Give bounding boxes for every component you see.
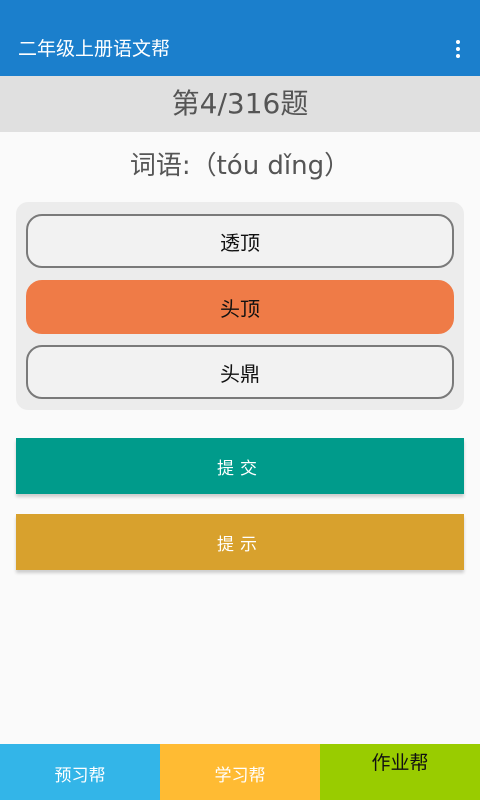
nav-item-label: 学习帮 — [214, 765, 266, 786]
question-progress: 第4/316题 — [171, 87, 309, 120]
more-vertical-icon[interactable] — [446, 36, 470, 62]
menu-dot — [456, 47, 460, 51]
nav-item-preview[interactable]: 预习帮 — [0, 744, 160, 800]
bottom-nav: 预习帮 学习帮 作业帮 — [0, 744, 480, 800]
options-panel: 透顶 头顶 头鼎 — [16, 202, 464, 410]
app-bar: 二年级上册语文帮 — [0, 0, 480, 76]
app-title: 二年级上册语文帮 — [18, 38, 171, 60]
nav-item-homework[interactable]: 作业帮 — [320, 744, 480, 800]
hint-button[interactable]: 提示 — [16, 514, 464, 570]
menu-dot — [456, 40, 460, 44]
submit-button[interactable]: 提交 — [16, 438, 464, 494]
nav-item-label: 预习帮 — [54, 765, 106, 786]
question-progress-bar: 第4/316题 — [0, 76, 480, 132]
nav-item-study[interactable]: 学习帮 — [160, 744, 320, 800]
option-3[interactable]: 头鼎 — [26, 345, 454, 399]
option-2[interactable]: 头顶 — [26, 280, 454, 334]
option-1[interactable]: 透顶 — [26, 214, 454, 268]
menu-dot — [456, 54, 460, 58]
question-text: 词语:（tóu dǐng） — [129, 151, 351, 181]
nav-item-label: 作业帮 — [371, 752, 429, 774]
